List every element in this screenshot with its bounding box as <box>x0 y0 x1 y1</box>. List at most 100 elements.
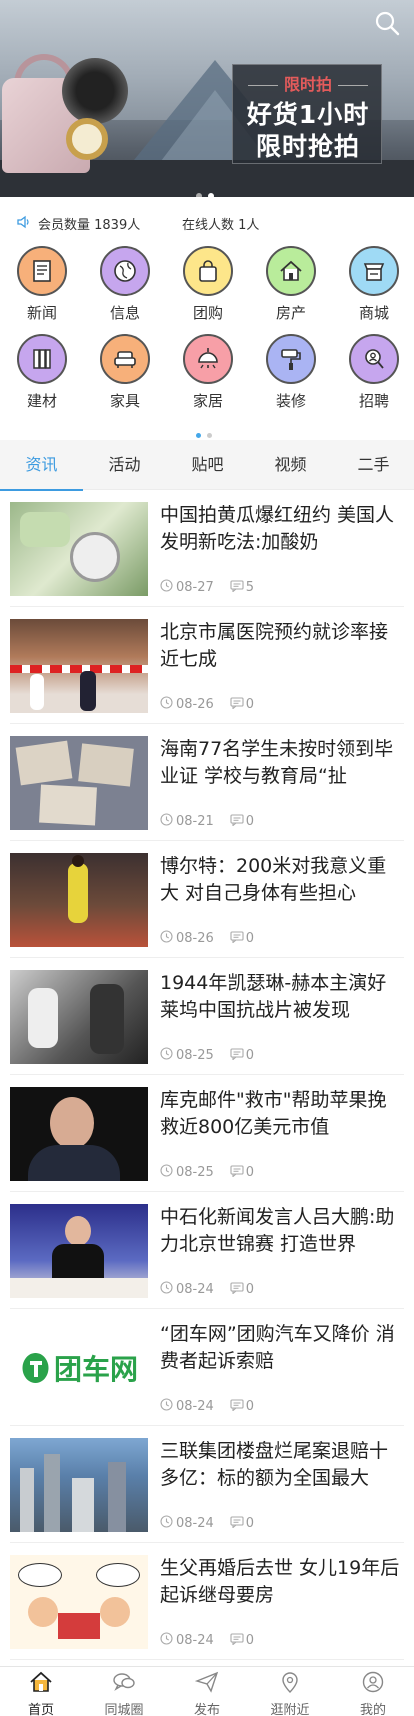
news-meta: 08-25 0 <box>160 1164 254 1181</box>
news-title[interactable]: 1944年凯瑟琳-赫本主演好莱坞中国抗战片被发现 <box>160 970 404 1024</box>
news-item[interactable]: 团车网 “团车网”团购汽车又降价 消费者起诉索赔 08-24 0 <box>10 1309 404 1426</box>
news-thumbnail[interactable] <box>10 853 148 947</box>
news-item[interactable]: 中石化新闻发言人吕大鹏:助力北京世锦赛 打造世界 08-24 0 <box>10 1192 404 1309</box>
tab-0[interactable]: 资讯 <box>0 440 83 491</box>
site-stats: 会员数量 1839人 在线人数 1人 <box>0 208 414 238</box>
news-item[interactable]: 博尔特：200米对我意义重大 对自己身体有些担心 08-26 0 <box>10 841 404 958</box>
news-item[interactable]: 三联集团楼盘烂尾案退赔十多亿：标的额为全国最大 08-24 0 <box>10 1426 404 1543</box>
online-count: 在线人数 1人 <box>182 218 260 233</box>
globe-icon <box>100 246 150 296</box>
news-item[interactable]: 北京市属医院预约就诊率接近七成 08-26 0 <box>10 607 404 724</box>
nav-location-pin[interactable]: 逛附近 <box>249 1671 331 1716</box>
news-item[interactable]: 生父再婚后去世 女儿19年后起诉继母要房 08-24 0 <box>10 1543 404 1660</box>
news-date: 08-25 <box>176 1165 214 1180</box>
category-sofa[interactable]: 家具 <box>95 334 155 411</box>
category-label: 新闻 <box>26 304 57 322</box>
comment-icon <box>230 1281 244 1298</box>
fur-accessory-image <box>62 58 128 124</box>
tab-3[interactable]: 视频 <box>249 440 332 490</box>
comment-icon <box>230 1398 244 1415</box>
content-tabs: 资讯 活动 贴吧 视频 二手 <box>0 440 414 491</box>
nav-home[interactable]: 首页 <box>0 1671 82 1716</box>
news-date: 08-24 <box>176 1282 214 1297</box>
news-title[interactable]: 生父再婚后去世 女儿19年后起诉继母要房 <box>160 1555 404 1609</box>
flash-sale-line1: 好货1小时 <box>246 100 370 129</box>
news-thumbnail[interactable] <box>10 1204 148 1298</box>
pager-dot-active[interactable] <box>196 433 201 438</box>
category-label: 家居 <box>192 392 223 410</box>
news-title[interactable]: 库克邮件"救市"帮助苹果挽救近800亿美元市值 <box>160 1087 404 1141</box>
category-shop[interactable]: 商城 <box>344 246 404 323</box>
promo-banner[interactable]: 限时拍 好货1小时 限时抢拍 <box>0 0 414 197</box>
nav-label: 发布 <box>193 1703 220 1716</box>
news-meta: 08-26 0 <box>160 696 254 713</box>
newspaper-icon <box>17 246 67 296</box>
clock-icon <box>160 813 173 830</box>
news-title[interactable]: 中石化新闻发言人吕大鹏:助力北京世锦赛 打造世界 <box>160 1204 404 1258</box>
search-person-icon <box>349 334 399 384</box>
nav-label: 逛附近 <box>270 1703 310 1716</box>
news-title[interactable]: “团车网”团购汽车又降价 消费者起诉索赔 <box>160 1321 404 1375</box>
news-meta: 08-27 5 <box>160 579 254 596</box>
flash-sale-panel: 限时拍 好货1小时 限时抢拍 <box>232 64 382 164</box>
news-thumbnail[interactable] <box>10 1087 148 1181</box>
news-thumbnail[interactable] <box>10 736 148 830</box>
nav-chat-bubbles[interactable]: 同城圈 <box>83 1671 165 1716</box>
news-item[interactable]: 库克邮件"救市"帮助苹果挽救近800亿美元市值 08-25 0 <box>10 1075 404 1192</box>
news-thumbnail[interactable] <box>10 1555 148 1649</box>
news-date: 08-24 <box>176 1516 214 1531</box>
nav-paper-plane[interactable]: 发布 <box>166 1671 248 1716</box>
watch-image <box>66 118 108 160</box>
logo-text: 团车网 <box>53 1353 138 1386</box>
news-thumbnail[interactable] <box>10 502 148 596</box>
comment-count: 0 <box>245 697 255 712</box>
comment-count: 0 <box>245 931 255 946</box>
clock-icon <box>160 1398 173 1415</box>
nav-user[interactable]: 我的 <box>332 1671 414 1716</box>
nav-label: 同城圈 <box>104 1703 144 1716</box>
news-title[interactable]: 北京市属医院预约就诊率接近七成 <box>160 619 404 673</box>
tab-4[interactable]: 二手 <box>332 440 414 490</box>
news-thumbnail[interactable]: 团车网 <box>10 1321 148 1415</box>
tab-2[interactable]: 贴吧 <box>166 440 249 490</box>
category-lamp[interactable]: 家居 <box>178 334 238 411</box>
category-search-person[interactable]: 招聘 <box>344 334 404 411</box>
banner-dot[interactable] <box>196 193 202 197</box>
location-pin-icon <box>278 1672 302 1697</box>
news-thumbnail[interactable] <box>10 1438 148 1532</box>
news-title[interactable]: 三联集团楼盘烂尾案退赔十多亿：标的额为全国最大 <box>160 1438 404 1492</box>
category-newspaper[interactable]: 新闻 <box>12 246 72 323</box>
clock-icon <box>160 1632 173 1649</box>
search-icon[interactable] <box>374 10 400 36</box>
category-shopping-bag[interactable]: 团购 <box>178 246 238 323</box>
comment-count: 0 <box>245 1633 255 1648</box>
news-title[interactable]: 中国拍黄瓜爆红纽约 美国人发明新吃法:加酸奶 <box>160 502 404 556</box>
category-label: 团购 <box>192 304 223 322</box>
category-house[interactable]: 房产 <box>261 246 321 323</box>
news-title[interactable]: 博尔特：200米对我意义重大 对自己身体有些担心 <box>160 853 404 907</box>
news-thumbnail[interactable] <box>10 970 148 1064</box>
paper-plane-icon <box>194 1671 219 1697</box>
news-item[interactable]: 中国拍黄瓜爆红纽约 美国人发明新吃法:加酸奶 08-27 5 <box>10 490 404 607</box>
category-paint-roller[interactable]: 装修 <box>261 334 321 411</box>
clock-icon <box>160 930 173 947</box>
member-count: 会员数量 1839人 <box>38 218 141 233</box>
banner-dot-active[interactable] <box>208 193 214 197</box>
comment-icon <box>230 813 244 830</box>
banner-pagination <box>196 184 220 197</box>
category-building-materials[interactable]: 建材 <box>12 334 72 411</box>
news-title[interactable]: 海南77名学生未按时领到毕业证 学校与教育局“扯 <box>160 736 404 790</box>
news-item[interactable]: 1944年凯瑟琳-赫本主演好莱坞中国抗战片被发现 08-25 0 <box>10 958 404 1075</box>
clock-icon <box>160 1281 173 1298</box>
tab-1[interactable]: 活动 <box>83 440 166 490</box>
news-item[interactable]: 海南77名学生未按时领到毕业证 学校与教育局“扯 08-21 0 <box>10 724 404 841</box>
category-label: 建材 <box>26 392 57 410</box>
comment-icon <box>230 1164 244 1181</box>
comment-icon <box>230 696 244 713</box>
category-globe[interactable]: 信息 <box>95 246 155 323</box>
user-icon <box>361 1671 385 1697</box>
pager-dot[interactable] <box>207 433 212 438</box>
news-meta: 08-24 0 <box>160 1281 254 1298</box>
news-thumbnail[interactable] <box>10 619 148 713</box>
news-date: 08-25 <box>176 1048 214 1063</box>
